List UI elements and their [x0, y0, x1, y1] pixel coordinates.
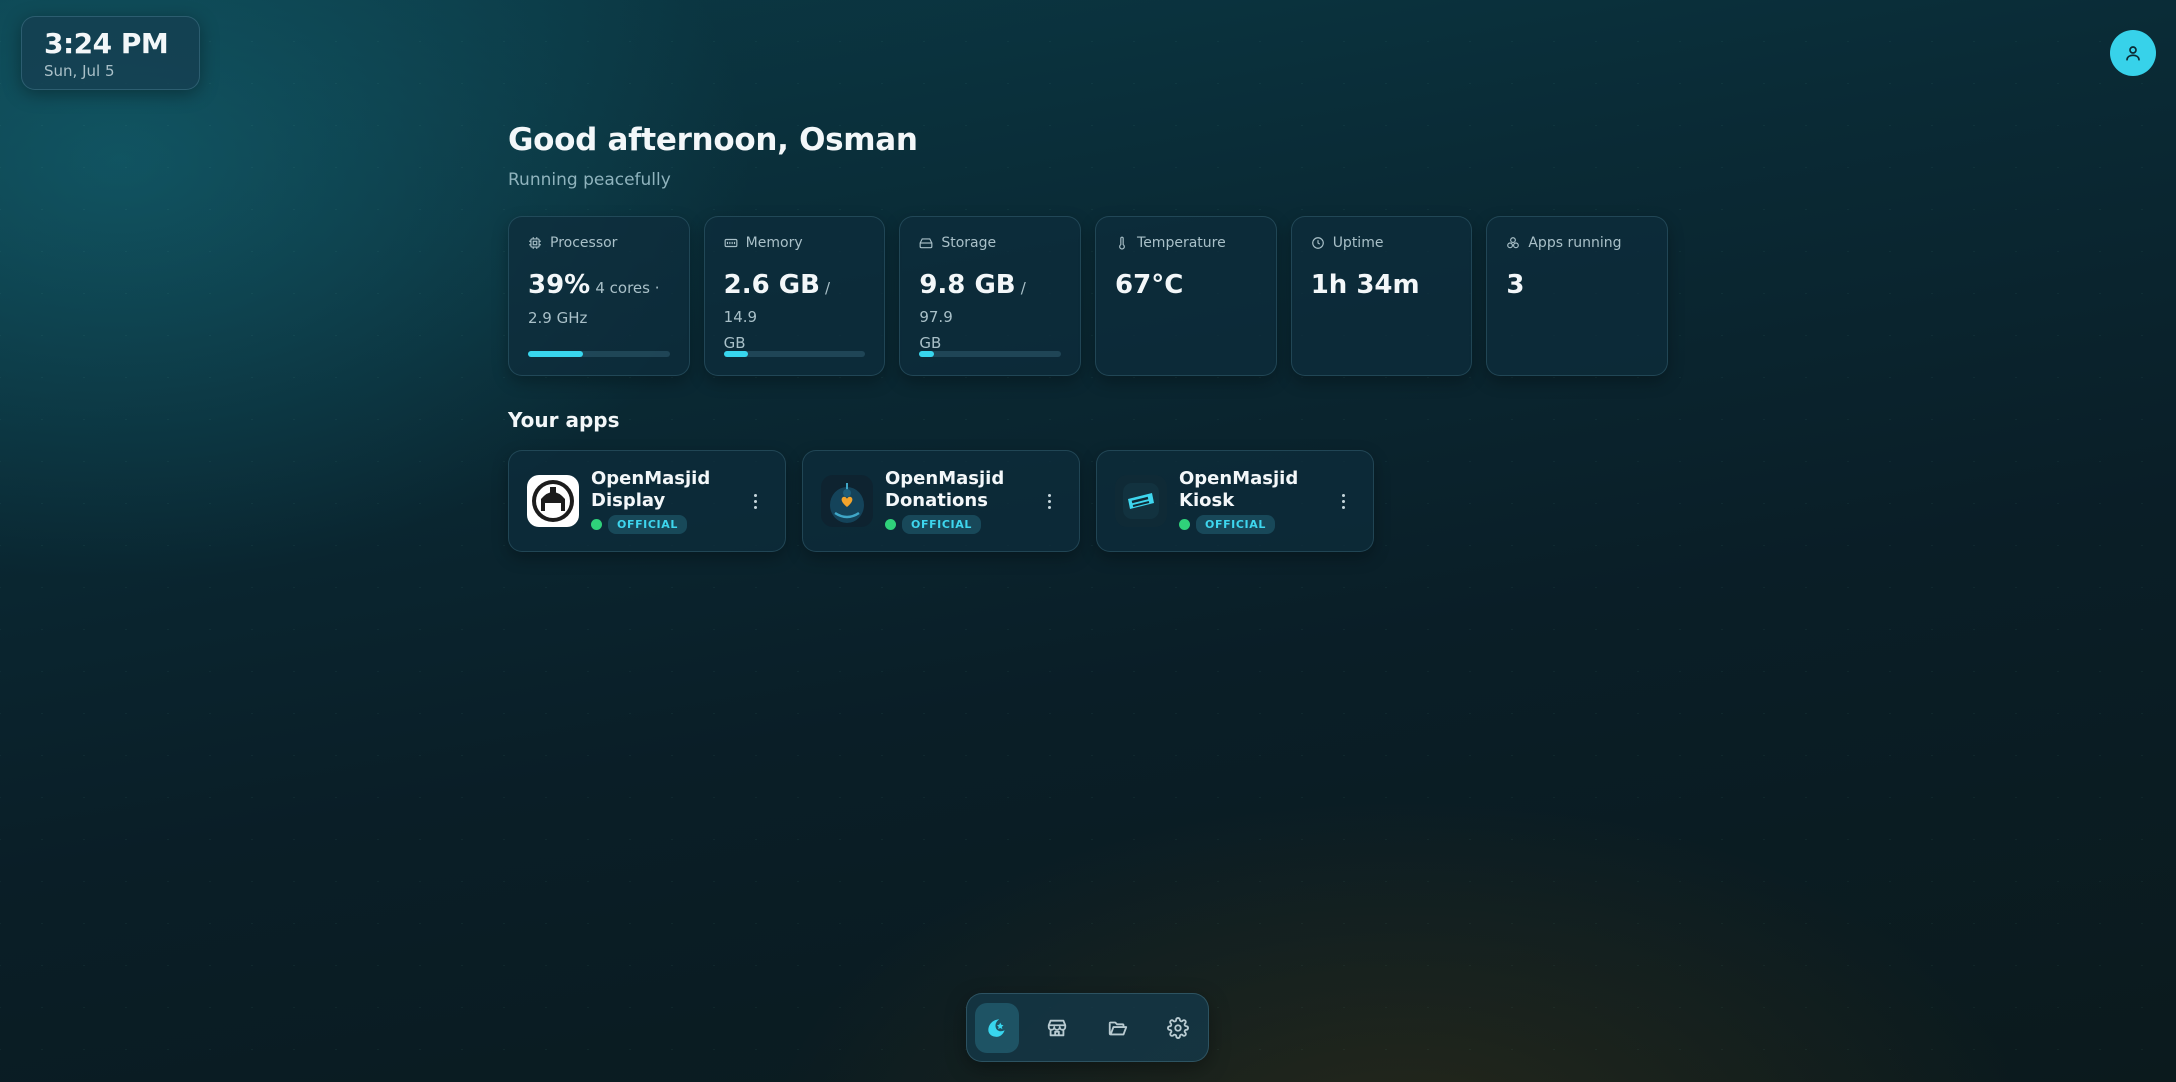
progress-bar: [919, 351, 1062, 357]
app-card-kiosk[interactable]: OpenMasjid Kiosk OFFICIAL: [1096, 450, 1374, 552]
stat-detail-2: 2.9 GHz: [528, 309, 588, 328]
page-title: Good afternoon, Osman: [508, 122, 918, 158]
system-status-text: Running peacefully: [508, 170, 671, 190]
clock-icon: [1311, 237, 1324, 249]
official-badge: OFFICIAL: [1196, 515, 1275, 534]
progress-fill: [528, 351, 584, 357]
stat-value: 9.8 GB: [919, 270, 1016, 300]
stat-card-apps-running: Apps running 3: [1486, 216, 1669, 376]
clock-date: Sun, Jul 5: [44, 62, 115, 80]
stat-value: 39%: [528, 270, 591, 300]
official-badge: OFFICIAL: [902, 515, 981, 534]
stat-card-uptime: Uptime 1h 34m: [1290, 216, 1473, 376]
clock-time: 3:24 PM: [44, 27, 169, 60]
running-status-dot: [591, 519, 602, 530]
running-status-dot: [885, 519, 896, 530]
stat-label: Processor: [550, 235, 618, 251]
running-status-dot: [1179, 519, 1190, 530]
drive-icon: [919, 238, 933, 249]
app-name: OpenMasjid Display: [591, 468, 743, 512]
app-name-line1: OpenMasjid: [885, 468, 1005, 489]
more-options-icon[interactable]: [1331, 489, 1355, 513]
app-name: OpenMasjid Kiosk: [1179, 468, 1331, 512]
home-logo-icon: [988, 1018, 1005, 1037]
apps-section-title: Your apps: [508, 408, 620, 432]
clock-widget: 3:24 PM Sun, Jul 5: [21, 16, 200, 90]
dock-item-settings[interactable]: [1156, 1003, 1200, 1053]
stat-value: 3: [1506, 270, 1525, 300]
app-card-display[interactable]: OpenMasjid Display OFFICIAL: [508, 450, 786, 552]
stat-label: Apps running: [1528, 235, 1622, 251]
settings-gear-icon: [1166, 1016, 1189, 1039]
progress-bar: [528, 351, 670, 357]
stat-card-processor: Processor 39% 4 cores · 2.9 GHz: [508, 216, 690, 376]
app-name-line1: OpenMasjid: [1179, 468, 1299, 489]
stat-value: 2.6 GB: [723, 270, 820, 300]
display-app-icon: [527, 475, 579, 527]
app-card-donations[interactable]: OpenMasjid Donations OFFICIAL: [802, 450, 1080, 552]
stat-card-storage: Storage 9.8 GB / 97.9 GB: [899, 216, 1082, 376]
app-name-line2: Kiosk: [1179, 490, 1235, 511]
progress-bar: [723, 351, 866, 357]
apps-list: OpenMasjid Display OFFICIAL OpenMasjid D…: [508, 450, 1668, 552]
official-badge: OFFICIAL: [608, 515, 687, 534]
stat-label: Uptime: [1332, 235, 1384, 251]
user-icon: [2126, 46, 2140, 61]
stat-label: Storage: [941, 235, 997, 251]
progress-fill: [919, 351, 934, 357]
stat-label: Temperature: [1137, 235, 1226, 251]
folder-icon: [1108, 1021, 1127, 1035]
stat-card-temperature: Temperature 67°C: [1095, 216, 1277, 376]
more-options-icon[interactable]: [1037, 489, 1061, 513]
stats-row: Processor 39% 4 cores · 2.9 GHz Memory 2…: [508, 216, 1669, 376]
stat-label: Memory: [745, 235, 803, 251]
stat-detail: 4 cores ·: [595, 279, 660, 297]
stat-card-memory: Memory 2.6 GB / 14.9 GB: [703, 216, 886, 376]
dock-item-store[interactable]: [1035, 1003, 1079, 1053]
dock-item-home[interactable]: [975, 1002, 1020, 1053]
kiosk-app-icon: [1115, 475, 1167, 527]
dashboard: Good afternoon, Osman Running peacefully…: [508, 122, 1669, 552]
app-name-line2: Display: [591, 490, 666, 511]
store-icon: [1048, 1019, 1067, 1036]
app-name: OpenMasjid Donations: [885, 468, 1037, 512]
cpu-icon: [529, 237, 541, 249]
apps-icon: [1507, 237, 1520, 249]
app-name-line1: OpenMasjid: [591, 468, 711, 489]
dock-item-files[interactable]: [1096, 1003, 1140, 1053]
thermometer-icon: [1119, 236, 1125, 250]
stat-value: 1h 34m: [1310, 270, 1420, 300]
more-options-icon[interactable]: [743, 489, 767, 513]
stat-value: 67°C: [1115, 270, 1184, 300]
progress-fill: [723, 351, 748, 357]
user-avatar-button[interactable]: [2110, 30, 2156, 76]
memory-icon: [724, 238, 738, 248]
dock: [966, 993, 1209, 1062]
donations-app-icon: [821, 475, 873, 527]
app-name-line2: Donations: [885, 490, 988, 511]
